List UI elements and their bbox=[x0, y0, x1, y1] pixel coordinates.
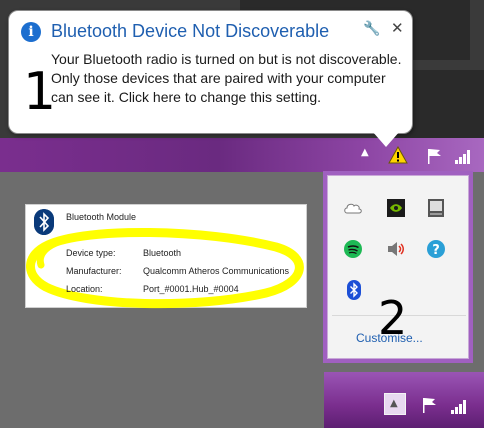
location-value: Port_#0001.Hub_#0004 bbox=[143, 284, 239, 294]
bluetooth-icon[interactable] bbox=[344, 280, 364, 300]
svg-text:?: ? bbox=[432, 243, 440, 258]
close-icon[interactable]: ✕ bbox=[391, 19, 404, 37]
device-type-value: Bluetooth bbox=[143, 248, 182, 258]
show-hidden-icons-button[interactable]: ▲ bbox=[384, 393, 406, 415]
network-signal-icon[interactable] bbox=[454, 148, 472, 164]
help-icon[interactable]: ? bbox=[426, 239, 446, 259]
balloon-title: Bluetooth Device Not Discoverable bbox=[51, 21, 330, 41]
taskbar bbox=[0, 138, 484, 172]
manufacturer-value: Qualcomm Atheros Communications bbox=[143, 266, 290, 276]
show-hidden-icons-arrow[interactable]: ▲ bbox=[361, 147, 369, 158]
notification-balloon[interactable]: i Bluetooth Device Not Discoverable 🔧 ✕ … bbox=[8, 10, 413, 134]
action-center-flag-icon[interactable] bbox=[425, 147, 443, 165]
nvidia-icon[interactable] bbox=[386, 198, 406, 218]
manufacturer-label: Manufacturer: bbox=[66, 266, 122, 276]
bluetooth-icon bbox=[34, 209, 54, 235]
chevron-up-icon: ▲ bbox=[390, 398, 398, 409]
annotation-number: 2 bbox=[378, 291, 408, 345]
warning-icon[interactable] bbox=[388, 146, 408, 164]
spotify-icon[interactable] bbox=[343, 239, 363, 259]
wrench-icon[interactable]: 🔧 bbox=[363, 21, 380, 37]
info-icon: i bbox=[21, 22, 41, 42]
onedrive-icon[interactable] bbox=[343, 198, 363, 218]
volume-icon[interactable] bbox=[386, 239, 406, 259]
device-type-label: Device type: bbox=[66, 248, 116, 258]
balloon-message[interactable]: Your Bluetooth radio is turned on but is… bbox=[51, 50, 411, 107]
annotation-number: 1 bbox=[23, 62, 57, 122]
action-center-flag-icon[interactable] bbox=[420, 396, 438, 414]
device-name: Bluetooth Module bbox=[66, 212, 137, 222]
network-signal-icon[interactable] bbox=[450, 398, 468, 414]
bluetooth-device-properties: Bluetooth Module Device type: Bluetooth … bbox=[25, 204, 307, 309]
removable-drive-icon[interactable] bbox=[426, 198, 446, 218]
balloon-tail bbox=[372, 131, 400, 147]
location-label: Location: bbox=[66, 284, 103, 294]
